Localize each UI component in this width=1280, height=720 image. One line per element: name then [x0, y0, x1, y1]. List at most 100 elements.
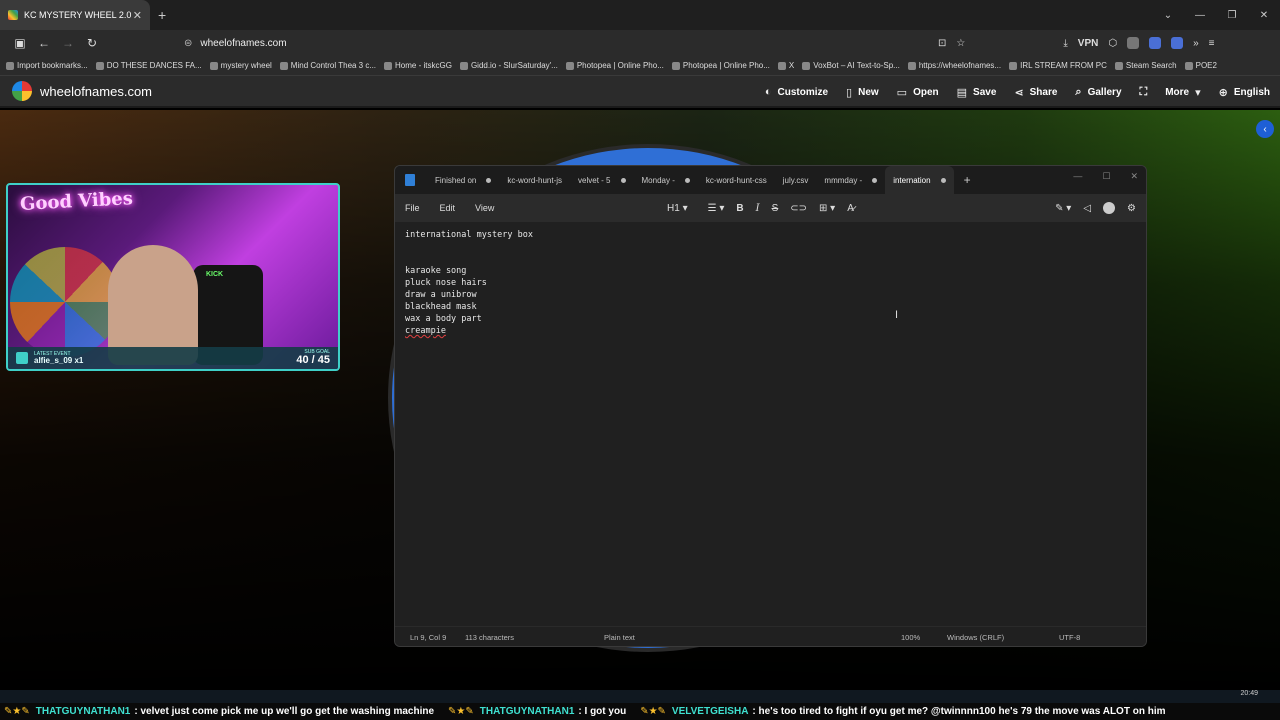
italic-icon[interactable]: I — [756, 203, 760, 214]
bookmark-item[interactable]: Steam Search — [1114, 61, 1177, 70]
bookmark-item[interactable]: https://wheelofnames... — [907, 61, 1001, 70]
maximize-icon[interactable]: ❐ — [1216, 10, 1248, 21]
announcements-icon[interactable]: ◁ — [1083, 203, 1091, 214]
copilot-icon[interactable]: ✎ ▾ — [1055, 203, 1071, 214]
menu-edit[interactable]: Edit — [440, 203, 456, 213]
fullscreen-button[interactable]: ⛶ — [1140, 86, 1148, 99]
site-name[interactable]: wheelofnames.com — [40, 84, 152, 99]
zoom-level[interactable]: 100% — [901, 633, 920, 642]
browser-tab[interactable]: KC MYSTERY WHEEL 2.0 ✕ — [0, 0, 150, 30]
save-button[interactable]: ▤ Save — [957, 86, 997, 99]
notepad-window-controls: — ☐ ✕ — [1073, 166, 1138, 186]
bookmark-star-icon[interactable]: ☆ — [956, 38, 965, 49]
bookmark-item[interactable]: Home - itskcGG — [384, 61, 452, 70]
settings-gear-icon[interactable]: ⚙ — [1127, 203, 1136, 214]
download-icon[interactable]: ⤓ — [1063, 38, 1067, 49]
bookmark-item[interactable]: Gidd.io - SlurSaturday'... — [459, 61, 558, 70]
notepad-tab-active[interactable]: internation — [885, 166, 954, 194]
bookmark-icon — [209, 61, 218, 70]
sidebar-toggle-icon[interactable]: ▣ — [8, 36, 32, 50]
more-tools-icon[interactable]: » — [1193, 38, 1199, 49]
bookmark-item[interactable]: Mind Control Thea 3 c... — [279, 61, 376, 70]
profile-extension-icon[interactable] — [1171, 37, 1184, 49]
bookmark-item[interactable]: DO THESE DANCES FA... — [95, 61, 202, 70]
line-ending: Windows (CRLF) — [947, 633, 1005, 642]
extension-icon[interactable] — [1127, 37, 1140, 49]
new-tab-icon[interactable]: + — [158, 7, 166, 23]
share-button[interactable]: ⋖ Share — [1014, 86, 1057, 99]
palette-icon: ◐ — [764, 86, 772, 98]
language-button[interactable]: ⊕ English — [1219, 86, 1270, 99]
tab-search-icon[interactable]: ⌄ — [1152, 10, 1184, 21]
notepad-tab[interactable]: velvet - 5 — [570, 166, 633, 194]
close-window-icon[interactable]: ✕ — [1248, 10, 1280, 21]
text-cursor-icon: I — [895, 309, 899, 321]
notepad-tab[interactable]: kc-word-hunt-js — [499, 166, 570, 194]
clear-formatting-icon[interactable]: A̷ — [847, 203, 854, 214]
bookmark-item[interactable]: IRL STREAM FROM PC — [1009, 61, 1107, 70]
customize-button[interactable]: ◐ Customize — [765, 86, 828, 98]
list-dropdown-icon[interactable]: ☰ ▾ — [708, 203, 725, 214]
bookmark-item[interactable]: Photopea | Online Pho... — [671, 61, 770, 70]
notepad-tab[interactable]: Finished on — [427, 166, 499, 194]
new-note-tab-icon[interactable]: + — [964, 173, 971, 187]
menu-icon[interactable]: ≡ — [1209, 38, 1215, 49]
install-app-icon[interactable]: ⊡ — [938, 38, 946, 49]
notepad-tab[interactable]: kc-word-hunt-css — [698, 166, 775, 194]
bookmark-item[interactable]: Photopea | Online Pho... — [565, 61, 664, 70]
minimize-icon[interactable]: — — [1184, 10, 1216, 21]
table-dropdown-icon[interactable]: ⊞ ▾ — [819, 203, 835, 214]
maximize-icon[interactable]: ☐ — [1102, 171, 1110, 182]
fullscreen-icon: ⛶ — [1139, 85, 1148, 98]
site-info-icon[interactable]: ⊜ — [184, 38, 192, 49]
close-tab-icon[interactable]: ✕ — [133, 9, 142, 22]
misspelled-word[interactable]: creampie — [405, 326, 446, 336]
gallery-button[interactable]: ⌕ Gallery — [1075, 86, 1121, 99]
wheel-favicon-icon — [8, 10, 18, 20]
unsaved-dot-icon — [684, 177, 690, 183]
unsaved-dot-icon — [620, 177, 626, 183]
reload-icon[interactable]: ↻ — [80, 36, 104, 50]
wheel-logo-icon[interactable] — [12, 81, 32, 101]
bookmark-item[interactable]: mystery wheel — [209, 61, 272, 70]
extension-blue-icon[interactable] — [1149, 37, 1162, 49]
share-icon: ⋖ — [1014, 86, 1024, 99]
latest-event: LATEST EVENT alfie_s_09 x1 — [34, 351, 83, 365]
back-icon[interactable]: ← — [32, 36, 56, 50]
steam-icon — [1114, 61, 1123, 70]
notepad-tab[interactable]: july.csv — [775, 166, 817, 194]
x-logo-icon — [777, 61, 786, 70]
collapse-sidebar-icon[interactable]: ‹ — [1256, 120, 1274, 138]
bookmark-item[interactable]: POE2 — [1184, 61, 1217, 70]
url-text: wheelofnames.com — [200, 37, 287, 49]
address-bar[interactable]: ⊜ wheelofnames.com — [184, 38, 287, 49]
close-window-icon[interactable]: ✕ — [1130, 171, 1138, 182]
menu-file[interactable]: File — [405, 203, 420, 213]
menu-view[interactable]: View — [475, 203, 494, 213]
forward-icon[interactable]: → — [56, 36, 80, 50]
bookmark-item[interactable]: X — [777, 61, 794, 70]
bookmark-item[interactable]: VoxBot – AI Text-to-Sp... — [802, 61, 900, 70]
new-button[interactable]: ▯ New — [846, 86, 879, 99]
strikethrough-icon[interactable]: S — [772, 203, 779, 214]
wallet-icon[interactable]: ⬡ — [1108, 38, 1117, 49]
notepad-tab[interactable]: mmmday - — [816, 166, 885, 194]
chat-text: velvet just come pick me up we'll go get… — [140, 706, 435, 717]
bookmark-icon — [279, 61, 288, 70]
bookmark-icon — [565, 61, 574, 70]
format-mode[interactable]: Plain text — [604, 633, 635, 642]
link-icon[interactable]: ⊂⊃ — [790, 203, 807, 214]
minimize-icon[interactable]: — — [1073, 171, 1082, 181]
chat-message: ✎★✎ THATGUYNATHAN1 : I got you — [448, 706, 627, 717]
bookmark-item[interactable]: Import bookmarks... — [6, 61, 88, 70]
notepad-tab[interactable]: Monday - — [634, 166, 698, 194]
bold-icon[interactable]: B — [736, 203, 743, 214]
open-button[interactable]: ▭ Open — [897, 86, 939, 99]
heading-dropdown[interactable]: H1 ▾ — [667, 203, 688, 214]
avatar[interactable] — [1103, 202, 1116, 214]
vpn-button[interactable]: VPN — [1078, 38, 1099, 49]
site-menu: ◐ Customize ▯ New ▭ Open ▤ Save ⋖ Share ⌕ Gall… — [765, 76, 1270, 108]
text-editor[interactable]: international mystery box karaoke song p… — [395, 222, 1146, 628]
badge-icons: ✎★✎ — [4, 706, 30, 717]
more-button[interactable]: More ▾ — [1165, 86, 1200, 99]
